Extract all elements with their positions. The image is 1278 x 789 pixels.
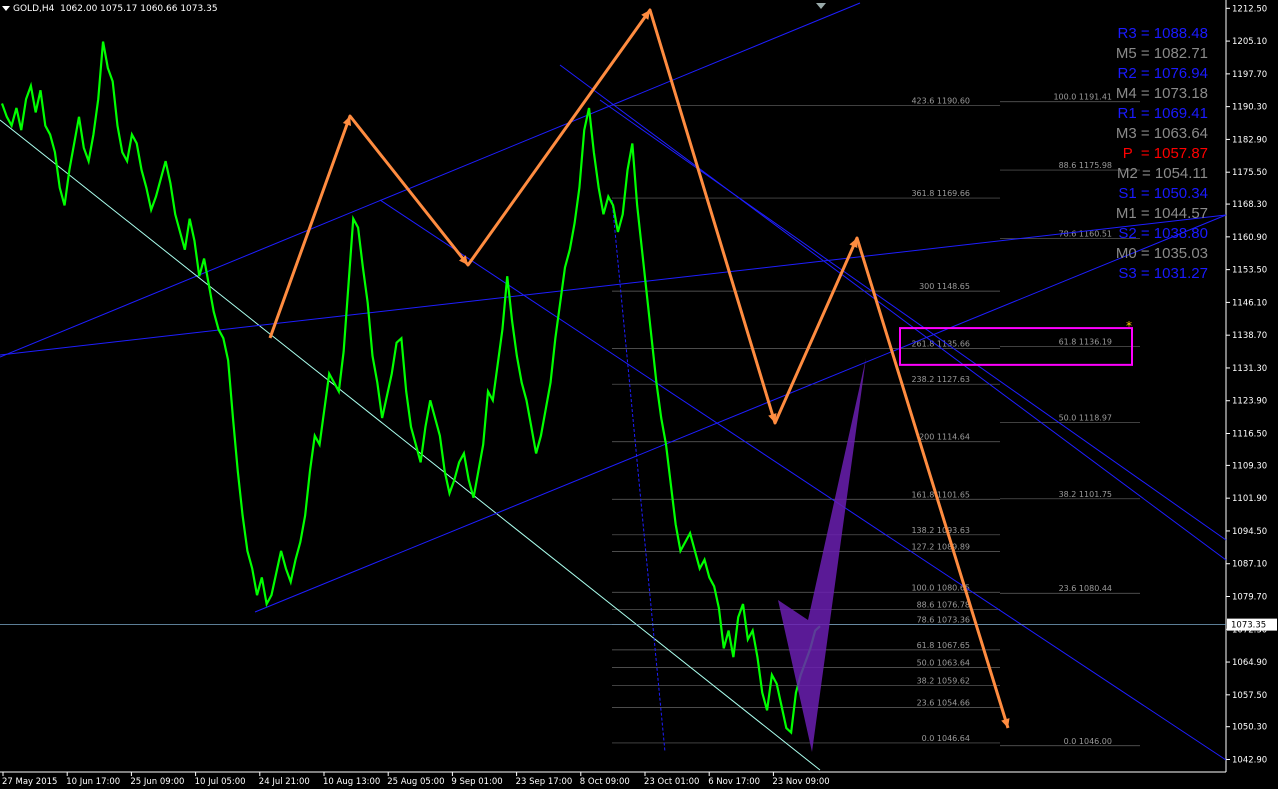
fib-label-left: 88.6 1076.78 [917, 600, 970, 609]
y-tick-label: 1064.90 [1232, 658, 1267, 668]
x-tick-label: 27 May 2015 [2, 777, 57, 787]
price-chart[interactable]: 1212.50 1205.10 1197.70 1190.30 1182.90 1175.… [0, 0, 1278, 789]
y-tick-label: 1116.50 [1232, 430, 1267, 440]
pivot-m2: M2 = 1054.11 [1116, 165, 1208, 182]
fib-label-right: 61.8 1136.19 [1059, 337, 1112, 346]
fib-label-left: 23.6 1054.66 [917, 698, 970, 707]
pivot-m5: M5 = 1082.71 [1115, 45, 1208, 62]
fib-label-left: 200 1114.64 [919, 433, 970, 442]
x-tick-label: 25 Aug 05:00 [387, 777, 444, 787]
chart-shift-marker-icon [816, 3, 826, 9]
fib-label-left: 238.2 1127.63 [911, 375, 970, 384]
chart-header: GOLD,H4 1062.00 1075.17 1060.66 1073.35 [2, 4, 218, 14]
y-tick-label: 1087.10 [1232, 560, 1267, 570]
fib-label-left: 161.8 1101.65 [911, 490, 970, 499]
y-tick-label: 1197.70 [1232, 70, 1267, 80]
pivot-m1: M1 = 1044.57 [1115, 205, 1208, 222]
y-tick-label: 1160.90 [1232, 233, 1267, 243]
channel-line-dashed [611, 199, 666, 753]
y-tick-label: 1190.30 [1232, 103, 1267, 113]
fib-label-left: 300 1148.65 [919, 282, 970, 291]
y-tick-label: 1057.50 [1232, 691, 1267, 701]
pivot-m4: M4 = 1073.18 [1115, 85, 1208, 102]
y-tick-label: 1131.30 [1232, 364, 1267, 374]
y-tick-label: 1050.30 [1232, 723, 1267, 733]
y-tick-label: 1146.10 [1232, 298, 1267, 308]
y-tick-label: 1205.10 [1232, 37, 1267, 47]
fib-label-left: 61.8 1067.65 [917, 641, 970, 650]
pivot-p: P = 1057.87 [1122, 145, 1208, 162]
ohlc-readout: 1062.00 1075.17 1060.66 1073.35 [60, 4, 218, 14]
pivot-r3: R3 = 1088.48 [1117, 25, 1209, 42]
x-tick-label: 23 Sep 17:00 [516, 777, 573, 787]
y-tick-label: 1153.50 [1232, 266, 1267, 276]
x-tick-label: 8 Oct 09:00 [580, 777, 630, 787]
x-tick-label: 23 Oct 01:00 [644, 777, 699, 787]
channel-line [0, 2, 861, 358]
pivot-r1: R1 = 1069.41 [1117, 105, 1209, 122]
fib-label-left: 78.6 1073.36 [917, 616, 970, 625]
y-tick-label: 1042.90 [1232, 755, 1267, 765]
fib-label-left: 127.2 1089.89 [911, 542, 970, 551]
y-tick-label: 1212.50 [1232, 4, 1267, 14]
fib-label-right: 100.0 1191.41 [1053, 93, 1112, 102]
x-tick-label: 24 Jul 21:00 [259, 777, 310, 787]
fib-label-left: 0.0 1046.64 [922, 734, 970, 743]
fib-label-left: 38.2 1059.62 [917, 676, 970, 685]
dropdown-icon[interactable] [2, 6, 10, 11]
y-tick-label: 1182.90 [1232, 135, 1267, 145]
harmonic-pattern [778, 358, 866, 752]
x-tick-label: 10 Jul 05:00 [195, 777, 246, 787]
x-tick-label: 9 Sep 01:00 [451, 777, 502, 787]
pivot-s1: S1 = 1050.34 [1118, 185, 1208, 202]
pivot-s3: S3 = 1031.27 [1118, 265, 1208, 282]
fib-label-right: 50.0 1118.97 [1059, 414, 1112, 423]
fib-label-left: 423.6 1190.60 [911, 96, 970, 105]
y-tick-label: 1138.70 [1232, 331, 1267, 341]
fib-label-left: 261.8 1135.66 [911, 340, 970, 349]
forecast-arrowhead [342, 116, 352, 126]
forecast-path [268, 8, 1010, 729]
fib-label-right: 38.2 1101.75 [1059, 490, 1112, 499]
x-tick-label: 23 Nov 09:00 [772, 777, 829, 787]
pivot-s2: S2 = 1038.80 [1118, 225, 1208, 242]
y-tick-label: 1094.50 [1232, 527, 1267, 537]
fib-label-right: 88.6 1175.98 [1059, 161, 1112, 170]
y-tick-label: 1101.90 [1232, 494, 1267, 504]
x-tick-label: 6 Nov 17:00 [708, 777, 760, 787]
pivot-m0: M0 = 1035.03 [1115, 245, 1208, 262]
zone-marker-icon: * [1126, 319, 1132, 333]
y-tick-label: 1123.90 [1232, 397, 1267, 407]
x-tick-label: 10 Aug 13:00 [323, 777, 380, 787]
fib-label-right: 0.0 1046.00 [1064, 737, 1112, 746]
pivot-m3: M3 = 1063.64 [1115, 125, 1208, 142]
fib-label-left: 50.0 1063.64 [917, 659, 970, 668]
pivot-r2: R2 = 1076.94 [1117, 65, 1209, 82]
y-tick-label: 1079.70 [1232, 592, 1267, 602]
channel-line [0, 119, 821, 771]
price-series [0, 41, 821, 735]
fib-label-left: 361.8 1169.66 [911, 189, 970, 198]
pivot-levels-panel: R3 = 1088.48 M5 = 1082.71 R2 = 1076.94 M4 =… [1116, 24, 1208, 284]
x-tick-label: 25 Jun 09:00 [130, 777, 184, 787]
y-tick-label: 1175.50 [1232, 168, 1267, 178]
channel-line [0, 214, 1227, 356]
x-tick-label: 10 Jun 17:00 [66, 777, 120, 787]
y-tick-label: 1109.30 [1232, 461, 1267, 471]
fib-label-right: 23.6 1080.44 [1059, 584, 1112, 593]
symbol-label: GOLD,H4 [13, 4, 55, 14]
fib-label-left: 138.2 1093.63 [911, 526, 970, 535]
current-price-label: 1073.35 [1231, 621, 1266, 631]
y-tick-label: 1168.30 [1232, 200, 1267, 210]
